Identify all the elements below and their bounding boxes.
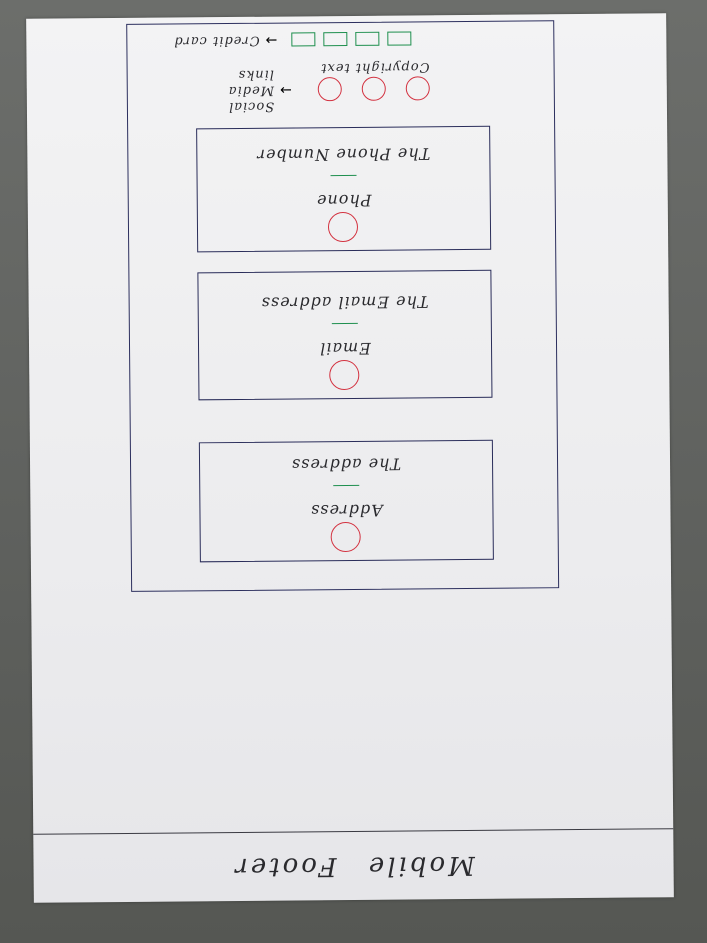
address-card: Address The address [198, 439, 494, 563]
title-band: Mobile Footer [33, 828, 674, 903]
social-media-note: Social Media links [227, 66, 275, 115]
social-icon-2[interactable] [361, 76, 386, 101]
social-icon-1[interactable] [405, 76, 430, 101]
copyright-text: Copyright text [320, 59, 430, 76]
page-title: Mobile Footer [232, 849, 475, 883]
credit-card-icon-1 [387, 31, 412, 46]
arrow-icon: → [279, 81, 292, 98]
email-value: The Email address [260, 292, 429, 313]
paper-sheet: Mobile Footer Address The address Email … [26, 13, 674, 903]
phone-divider [330, 174, 357, 177]
credit-card-icon-2 [355, 31, 380, 46]
phone-icon [327, 211, 359, 243]
email-label: Email [319, 338, 371, 359]
credit-card-icon-3 [323, 32, 348, 47]
address-divider [333, 484, 360, 487]
sketch-content: Mobile Footer Address The address Email … [26, 13, 674, 903]
copyright-row: Copyright text [320, 58, 429, 75]
arrow-icon: → [265, 31, 278, 48]
mobile-footer-frame: Address The address Email The Email addr… [126, 20, 560, 592]
email-icon [329, 359, 360, 391]
address-value: The address [290, 454, 402, 475]
credit-card-icon-4 [291, 32, 316, 47]
social-icon-3[interactable] [317, 77, 342, 102]
address-icon [330, 521, 361, 553]
phone-card: Phone The Phone Number [196, 125, 492, 253]
email-card: Email The Email address [197, 269, 493, 401]
address-label: Address [310, 500, 383, 521]
phone-value: The Phone Number [256, 144, 431, 165]
phone-label: Phone [315, 190, 372, 211]
credit-card-note: Credit card [173, 32, 260, 49]
email-divider [331, 322, 358, 325]
payment-row: → Credit card [173, 30, 412, 49]
